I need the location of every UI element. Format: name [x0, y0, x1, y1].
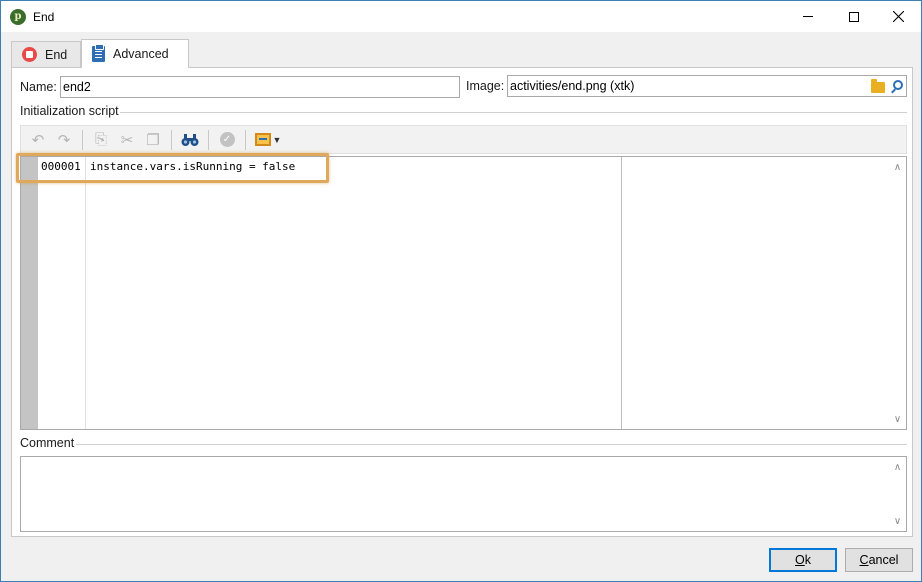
script-section-label: Initialization script [20, 104, 119, 118]
name-field[interactable]: end2 [60, 76, 460, 98]
image-label: Image: [466, 79, 505, 93]
editor-gutter [21, 157, 38, 429]
clipboard-icon [92, 44, 105, 62]
ok-label: k [804, 553, 811, 567]
undo-icon[interactable]: ↶ [27, 129, 49, 151]
scroll-down-icon[interactable]: ∨ [889, 513, 906, 530]
close-button[interactable] [875, 1, 921, 32]
tab-advanced-label: Advanced [113, 47, 169, 61]
title-bar: p End [1, 1, 921, 32]
toolbar-separator [82, 129, 83, 150]
copy-icon[interactable]: ⎘ [90, 129, 112, 151]
name-label: Name: [20, 80, 57, 94]
code-highlight-box [16, 153, 329, 183]
cancel-mnemonic: C [859, 553, 869, 567]
cut-icon[interactable]: ✂ [116, 129, 138, 151]
maximize-button[interactable] [831, 1, 877, 32]
scroll-up-icon[interactable]: ∧ [889, 459, 906, 476]
comment-section-label: Comment [20, 436, 75, 450]
search-icon[interactable] [893, 80, 903, 90]
toolbar-separator [245, 129, 246, 150]
folder-icon[interactable] [871, 79, 885, 93]
minimize-icon [803, 16, 813, 17]
chevron-down-icon: ▼ [272, 134, 282, 145]
scroll-down-icon[interactable]: ∨ [889, 411, 906, 428]
tab-advanced[interactable]: Advanced [81, 39, 189, 68]
comment-scrollbar[interactable]: ∧ ∨ [889, 457, 906, 531]
dialog-window: p End End Advanced Name: end2 Image: act… [0, 0, 922, 582]
window-title: End [33, 10, 55, 24]
minimize-button[interactable] [785, 1, 831, 32]
paste-icon[interactable]: ❐ [142, 129, 164, 151]
cancel-label: ancel [868, 553, 899, 567]
app-logo-icon: p [10, 9, 26, 25]
ok-mnemonic: O [795, 553, 805, 567]
advanced-panel: Name: end2 Image: activities/end.png (xt… [11, 67, 913, 537]
tab-end-label: End [45, 47, 68, 62]
script-editor[interactable]: 000001 instance.vars.isRunning = false ∧… [20, 156, 907, 430]
close-icon [892, 11, 904, 22]
editor-split-divider[interactable] [621, 157, 622, 429]
tab-end[interactable]: End [11, 41, 81, 67]
toolbar-separator [208, 129, 209, 150]
insert-field-icon[interactable]: ▼ [253, 129, 283, 151]
line-number-column: 000001 [38, 157, 86, 429]
maximize-icon [849, 11, 859, 22]
comment-field[interactable]: ∧ ∨ [20, 456, 907, 532]
comment-section-divider [76, 444, 907, 445]
scroll-up-icon[interactable]: ∧ [889, 159, 906, 176]
script-section-divider [120, 112, 907, 113]
check-syntax-icon[interactable]: ✓ [216, 129, 238, 151]
image-field[interactable]: activities/end.png (xtk) [507, 75, 907, 97]
editor-scrollbar[interactable]: ∧ ∨ [889, 157, 906, 429]
find-icon[interactable] [179, 129, 201, 151]
stop-icon [22, 47, 37, 62]
redo-icon[interactable]: ↷ [53, 129, 75, 151]
cancel-button[interactable]: Cancel [845, 548, 913, 572]
ok-button[interactable]: Ok [769, 548, 837, 572]
script-toolbar: ↶ ↷ ⎘ ✂ ❐ ✓ ▼ [20, 125, 907, 154]
toolbar-separator [171, 129, 172, 150]
